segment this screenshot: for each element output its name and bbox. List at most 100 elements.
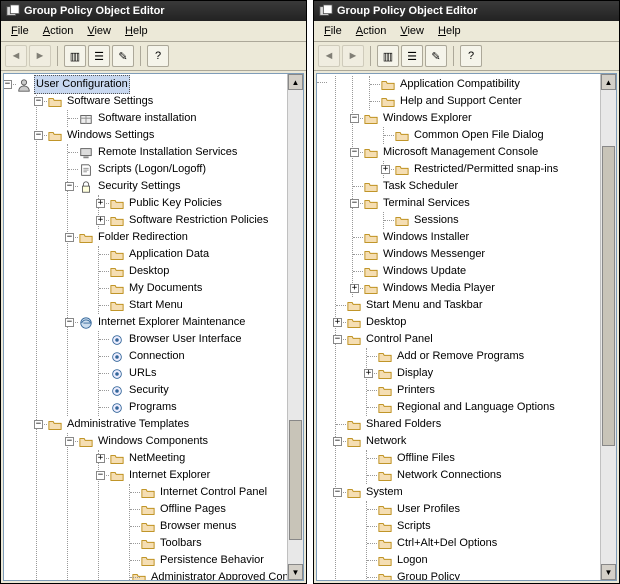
- tree-node[interactable]: Start Menu and Taskbar: [336, 297, 600, 314]
- tree-node[interactable]: −Security Settings+Public Key Policies+S…: [68, 178, 287, 229]
- tree-node[interactable]: + Restricted/Permitted snap-ins: [384, 161, 600, 178]
- tree-node-label[interactable]: Browser menus: [158, 518, 238, 535]
- tree-node[interactable]: Windows Installer: [353, 229, 600, 246]
- tree-node-label[interactable]: Software Restriction Policies: [127, 212, 270, 229]
- tree-node-label[interactable]: Folder Redirection: [96, 229, 190, 246]
- collapse-icon[interactable]: −: [4, 80, 12, 89]
- menu-help[interactable]: Help: [432, 23, 467, 39]
- expand-icon[interactable]: +: [350, 284, 359, 293]
- toolbar-help-button[interactable]: ?: [147, 45, 169, 67]
- tree-node-label[interactable]: Desktop: [364, 314, 408, 331]
- collapse-icon[interactable]: −: [65, 233, 74, 242]
- tree-node-label[interactable]: Offline Pages: [158, 501, 228, 518]
- tree-node[interactable]: + Windows Media Player: [353, 280, 600, 297]
- tree-node[interactable]: − Microsoft Management Console + Restricted…: [353, 144, 600, 178]
- tree-node[interactable]: Browser User Interface: [99, 331, 287, 348]
- tree-node-label[interactable]: Windows Installer: [381, 229, 471, 246]
- scroll-thumb[interactable]: [602, 146, 615, 446]
- tree-node-label[interactable]: Windows Messenger: [381, 246, 487, 263]
- tree-node-label[interactable]: Windows Media Player: [381, 280, 497, 297]
- menu-view[interactable]: View: [394, 23, 430, 39]
- tree-node-label[interactable]: Persistence Behavior: [158, 552, 266, 569]
- tree-node[interactable]: Group Policy: [367, 569, 600, 580]
- tree-node-label[interactable]: Browser User Interface: [127, 331, 243, 348]
- tree-node-label[interactable]: Administrator Approved Controls: [149, 569, 287, 580]
- scroll-track[interactable]: [601, 90, 616, 564]
- tree-node-label[interactable]: Remote Installation Services: [96, 144, 239, 161]
- tree-node[interactable]: + Software Restriction Policies: [99, 212, 287, 229]
- scroll-thumb[interactable]: [289, 420, 302, 540]
- tree-node-label[interactable]: Start Menu and Taskbar: [364, 297, 485, 314]
- menu-file[interactable]: File: [318, 23, 348, 39]
- menu-file[interactable]: File: [5, 23, 35, 39]
- tree-node[interactable]: +Desktop: [336, 314, 600, 331]
- tree-node-label[interactable]: Group Policy: [395, 569, 462, 580]
- collapse-icon[interactable]: −: [34, 97, 43, 106]
- tree-node[interactable]: −NetworkOffline FilesNetwork Connections: [336, 433, 600, 484]
- toolbar-show-hide-button[interactable]: ☰: [88, 45, 110, 67]
- tree-node-label[interactable]: Terminal Services: [381, 195, 472, 212]
- tree-node[interactable]: Offline Files: [367, 450, 600, 467]
- tree-node-label[interactable]: Programs: [127, 399, 179, 416]
- tree-node[interactable]: −Internet ExplorerInternet Control Panel…: [99, 467, 287, 580]
- collapse-icon[interactable]: −: [350, 114, 359, 123]
- tree-node-label[interactable]: Scripts: [395, 518, 433, 535]
- tree-node-label[interactable]: Windows Explorer: [381, 110, 474, 127]
- tree-node[interactable]: − Control PanelAdd or Remove Programs + Dis…: [336, 331, 600, 416]
- tree-node[interactable]: User Profiles: [367, 501, 600, 518]
- tree-node-label[interactable]: Windows Update: [381, 263, 468, 280]
- tree-node-label[interactable]: Security: [127, 382, 171, 399]
- tree-node[interactable]: −Windows SettingsRemote Installation Ser…: [37, 127, 287, 416]
- tree-node[interactable]: Printers: [367, 382, 600, 399]
- tree-node-label[interactable]: Administrative Templates: [65, 416, 191, 433]
- tree-node-label[interactable]: Shared Folders: [364, 416, 443, 433]
- tree-node-label[interactable]: Control Panel: [364, 331, 435, 348]
- collapse-icon[interactable]: −: [96, 471, 105, 480]
- tree-node-label[interactable]: Regional and Language Options: [395, 399, 557, 416]
- tree-node-label[interactable]: Help and Support Center: [398, 93, 524, 110]
- tree-node[interactable]: Task Scheduler: [353, 178, 600, 195]
- tree-node[interactable]: +Public Key Policies: [99, 195, 287, 212]
- tree-node[interactable]: −Terminal ServicesSessions: [353, 195, 600, 229]
- tree-node[interactable]: Software installation: [68, 110, 287, 127]
- tree-node-label[interactable]: Logon: [395, 552, 430, 569]
- tree-node[interactable]: Add or Remove Programs: [367, 348, 600, 365]
- collapse-icon[interactable]: −: [350, 148, 359, 157]
- tree-node-label[interactable]: Internet Explorer Maintenance: [96, 314, 247, 331]
- toolbar-help-button[interactable]: ?: [460, 45, 482, 67]
- tree-node-label[interactable]: My Documents: [127, 280, 204, 297]
- tree-node[interactable]: −Administrative Templates−Windows Compon…: [37, 416, 287, 580]
- tree-node[interactable]: Common Open File Dialog: [384, 127, 600, 144]
- tree-node-label[interactable]: Scripts (Logon/Logoff): [96, 161, 208, 178]
- tree-node-label[interactable]: Printers: [395, 382, 437, 399]
- tree-node[interactable]: Ctrl+Alt+Del Options: [367, 535, 600, 552]
- collapse-icon[interactable]: −: [333, 437, 342, 446]
- tree-node[interactable]: Windows Messenger: [353, 246, 600, 263]
- collapse-icon[interactable]: −: [65, 437, 74, 446]
- tree-node-label[interactable]: Add or Remove Programs: [395, 348, 526, 365]
- titlebar[interactable]: Group Policy Object Editor: [1, 1, 306, 21]
- toolbar-properties-button[interactable]: ✎: [425, 45, 447, 67]
- tree-node[interactable]: Persistence Behavior: [130, 552, 287, 569]
- tree-node[interactable]: Security: [99, 382, 287, 399]
- tree-node[interactable]: −Software SettingsSoftware installation: [37, 93, 287, 127]
- tree-node[interactable]: Sessions: [384, 212, 600, 229]
- tree-node-label[interactable]: Restricted/Permitted snap-ins: [412, 161, 560, 178]
- tree-node[interactable]: Connection: [99, 348, 287, 365]
- expand-icon[interactable]: +: [96, 216, 105, 225]
- expand-icon[interactable]: +: [364, 369, 373, 378]
- expand-icon[interactable]: +: [381, 165, 390, 174]
- collapse-icon[interactable]: −: [34, 420, 43, 429]
- tree-node-label[interactable]: Microsoft Management Console: [381, 144, 540, 161]
- tree-view[interactable]: −User Configuration−Software SettingsSof…: [4, 74, 287, 580]
- menu-view[interactable]: View: [81, 23, 117, 39]
- tree-node[interactable]: Desktop: [99, 263, 287, 280]
- tree-node[interactable]: −Internet Explorer MaintenanceBrowser Us…: [68, 314, 287, 416]
- tree-node-label[interactable]: Network Connections: [395, 467, 504, 484]
- vertical-scrollbar[interactable]: ▲ ▼: [600, 74, 616, 580]
- collapse-icon[interactable]: −: [65, 182, 74, 191]
- collapse-icon[interactable]: −: [333, 335, 342, 344]
- tree-node-label[interactable]: Display: [395, 365, 435, 382]
- tree-node-label[interactable]: Toolbars: [158, 535, 204, 552]
- tree-node-label[interactable]: Start Menu: [127, 297, 185, 314]
